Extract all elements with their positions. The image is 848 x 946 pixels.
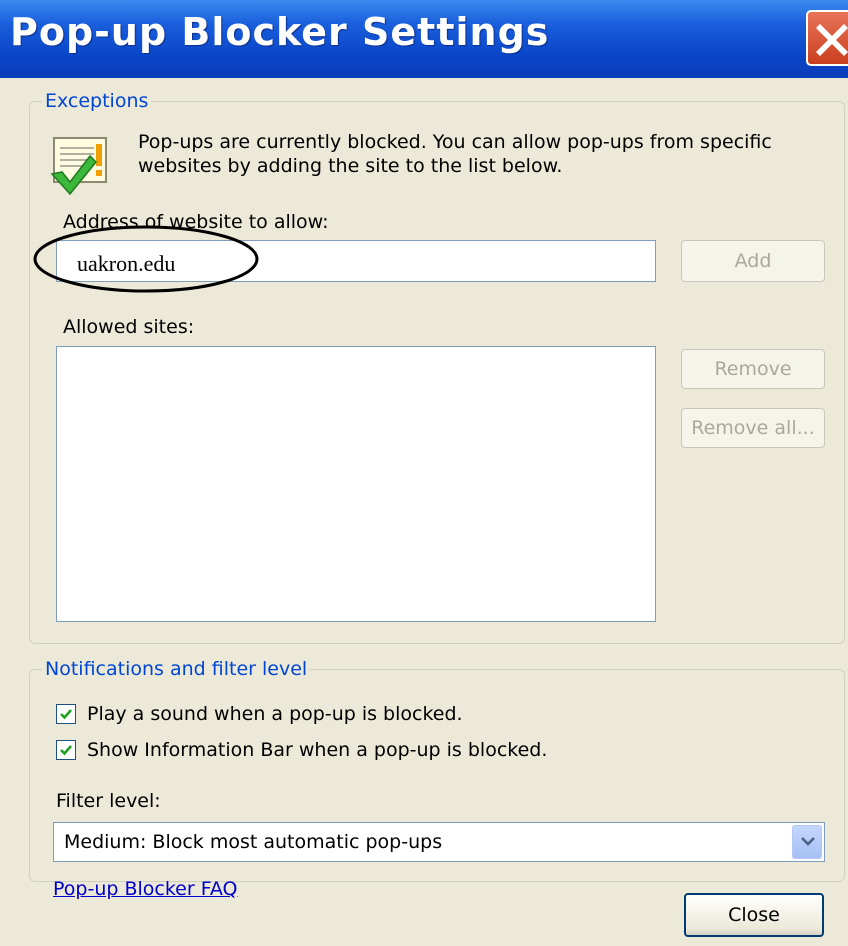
popup-allowed-check-icon xyxy=(50,134,116,198)
chevron-down-icon xyxy=(801,837,815,846)
highlight-ellipse xyxy=(33,225,259,293)
info-text: Pop-ups are currently blocked. You can a… xyxy=(138,130,798,178)
add-button[interactable]: Add xyxy=(681,240,825,282)
notifications-legend: Notifications and filter level xyxy=(45,658,308,680)
exceptions-legend: Exceptions xyxy=(45,90,149,112)
allowed-sites-label: Allowed sites: xyxy=(63,316,195,338)
info-line-2: websites by adding the site to the list … xyxy=(138,155,563,177)
dropdown-button[interactable] xyxy=(792,825,822,859)
remove-button[interactable]: Remove xyxy=(681,349,825,389)
window-title: Pop-up Blocker Settings xyxy=(10,10,550,54)
faq-link[interactable]: Pop-up Blocker FAQ xyxy=(53,878,238,900)
title-bar: Pop-up Blocker Settings xyxy=(0,0,848,78)
checkmark-icon xyxy=(60,745,72,756)
filter-level-label: Filter level: xyxy=(56,790,161,812)
info-line-1: Pop-ups are currently blocked. You can a… xyxy=(138,131,772,153)
checkmark-icon xyxy=(60,709,72,720)
filter-level-select[interactable]: Medium: Block most automatic pop-ups xyxy=(53,822,825,862)
close-button[interactable]: Close xyxy=(684,893,824,937)
close-window-button[interactable] xyxy=(806,10,848,66)
remove-all-button[interactable]: Remove all... xyxy=(681,408,825,448)
play-sound-checkbox[interactable] xyxy=(56,704,76,724)
filter-level-value: Medium: Block most automatic pop-ups xyxy=(64,831,443,853)
show-infobar-label[interactable]: Show Information Bar when a pop-up is bl… xyxy=(87,739,547,761)
play-sound-label[interactable]: Play a sound when a pop-up is blocked. xyxy=(87,703,463,725)
close-x-icon xyxy=(816,24,848,56)
allowed-sites-list[interactable] xyxy=(56,346,656,622)
show-infobar-checkbox[interactable] xyxy=(56,740,76,760)
